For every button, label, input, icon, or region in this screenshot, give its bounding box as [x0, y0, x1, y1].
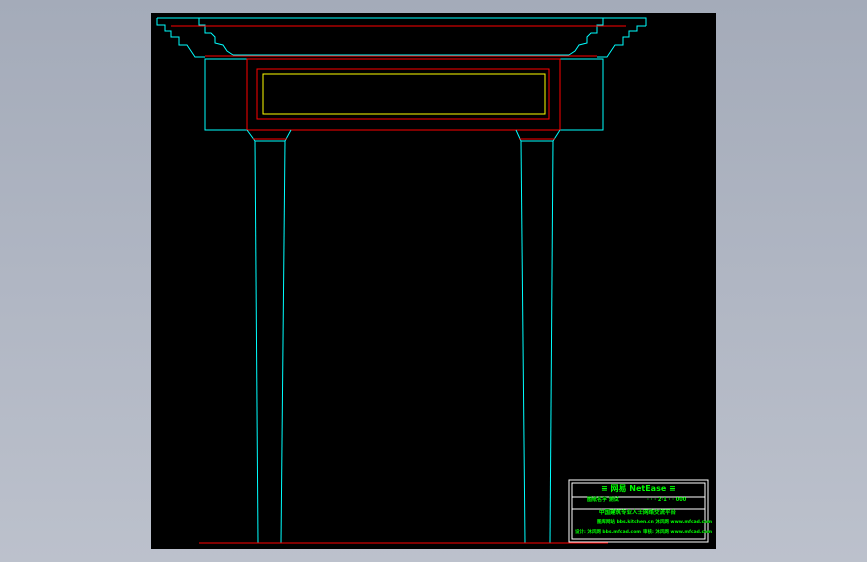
cornice-right-inner-profile	[568, 18, 604, 56]
cornice-left-inner-profile	[198, 18, 234, 56]
cad-drawing-viewport[interactable]: ≡ 网易 NetEase ≡ 图纸名字 测试 · · · 2·1 · · 000…	[151, 13, 716, 549]
panel-inner-yellow	[262, 73, 546, 115]
inscription-panel	[246, 58, 561, 131]
title-block-drawing-code: · · · 2·1 · · 000	[647, 497, 687, 503]
title-block-designer: 设计: 沐风网 bbs.mfcad.com	[575, 530, 641, 535]
left-column-outer-edge	[254, 140, 259, 544]
columns	[254, 140, 554, 544]
title-block-platform: 中国建筑专业人士网络交流平台	[599, 510, 677, 516]
title-block-websites: 图库网站 bbs.kitchen.cn 沐风网 www.mfcad.com	[597, 520, 713, 525]
cornice-red-bands	[171, 25, 626, 57]
cornice-outline	[156, 17, 647, 60]
right-column-inner-edge	[520, 140, 526, 544]
left-column-inner-edge	[280, 140, 286, 544]
column-capitals	[246, 129, 561, 142]
title-block-header: ≡ 网易 NetEase ≡	[601, 484, 676, 493]
cornice-right-profile	[597, 25, 646, 58]
cornice-top-edge	[157, 17, 647, 26]
title-block-drawing-name: 图纸名字 测试	[587, 497, 619, 503]
cornice-left-profile	[156, 18, 205, 58]
title-block-reviewer: 审核: 沐风网 www.mfcad.com	[643, 530, 713, 535]
gate-elevation-drawing	[156, 17, 709, 544]
title-block: ≡ 网易 NetEase ≡ 图纸名字 测试 · · · 2·1 · · 000…	[569, 480, 712, 542]
right-column-outer-edge	[549, 140, 554, 544]
panel-middle-red	[256, 68, 550, 120]
